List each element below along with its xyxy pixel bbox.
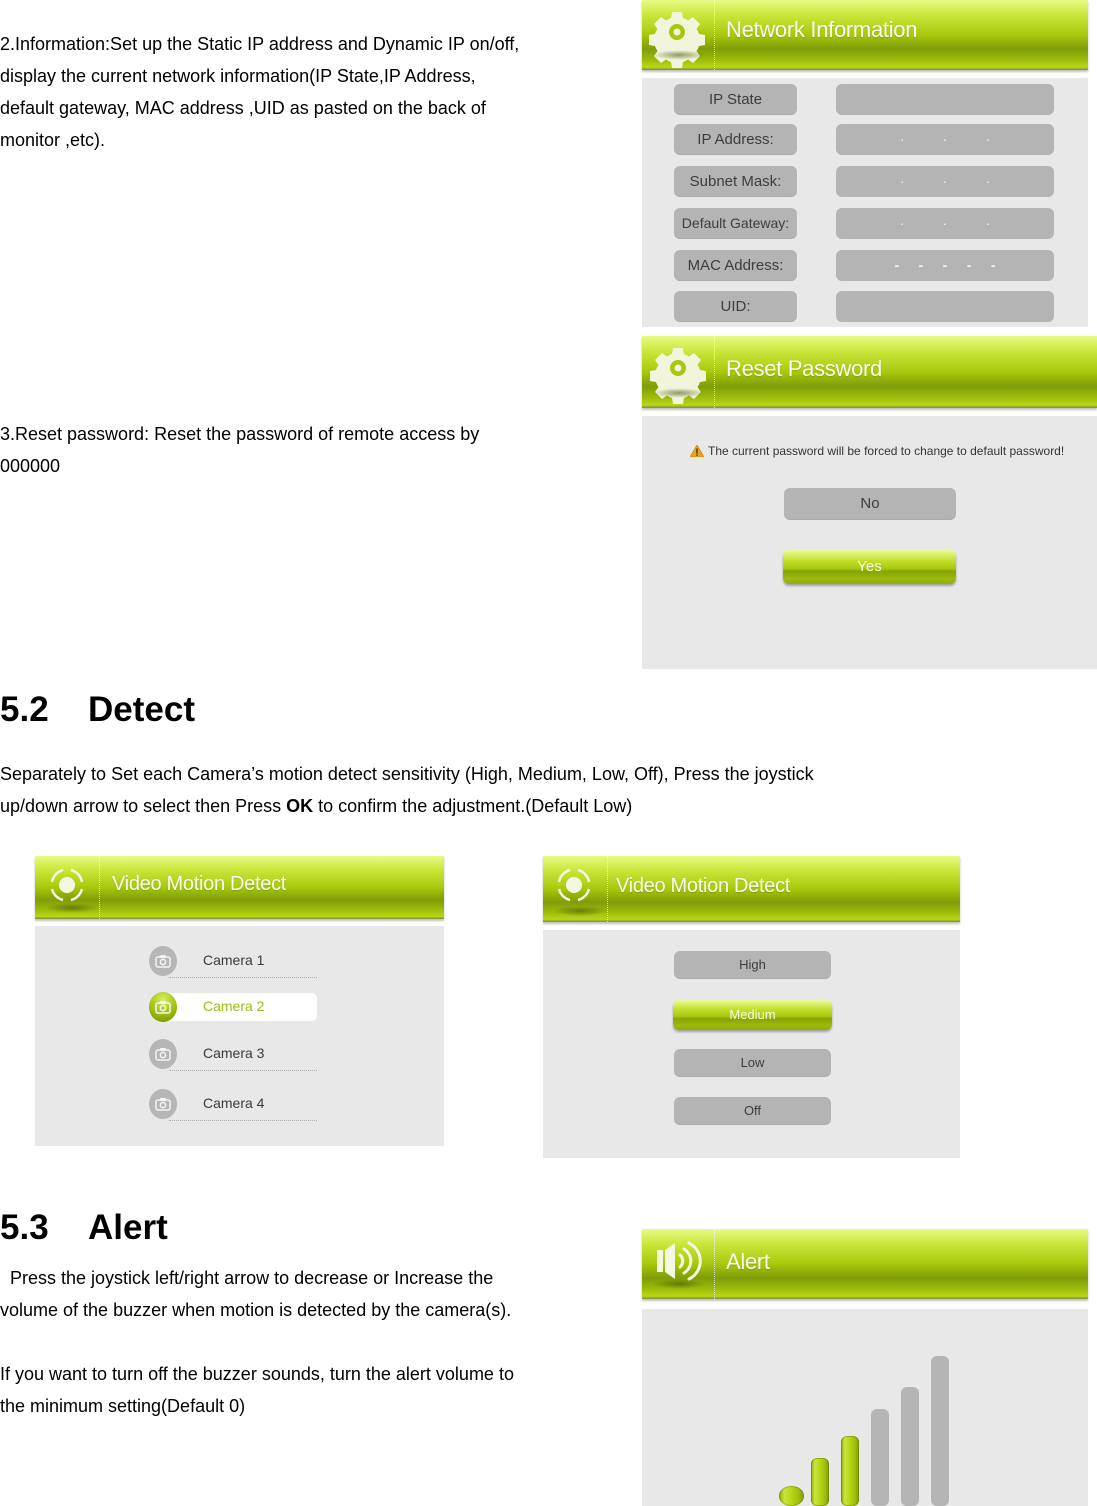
sensitivity-option-high[interactable]: High [674, 951, 831, 979]
text-line: default gateway, MAC address ,UID as pas… [0, 98, 486, 118]
motion-target-icon [543, 856, 607, 922]
warning-text: The current password will be forced to c… [708, 444, 1065, 458]
header-divider [714, 0, 715, 70]
panel-header: Alert [642, 1229, 1088, 1299]
camera-label: Camera 3 [203, 1045, 265, 1061]
motion-sensitivity-panel: Video Motion Detect High Medium Low Off [543, 856, 960, 1158]
camera-icon [149, 946, 177, 976]
camera-list-item-selected[interactable]: Camera 2 [149, 992, 317, 1028]
volume-level-bar[interactable] [871, 1409, 889, 1506]
speaker-icon [642, 1229, 714, 1299]
uid-field[interactable] [836, 291, 1054, 322]
camera-icon [149, 1089, 177, 1119]
text-line: 000000 [0, 456, 61, 476]
header-divider [607, 856, 608, 922]
gear-icon [642, 336, 714, 408]
ip-state-label[interactable]: IP State [674, 84, 797, 115]
panel-header: Video Motion Detect [543, 856, 960, 922]
panel-body: Camera 1 Camera 2 Camera 3 Camera 4 [35, 926, 444, 1146]
sensitivity-option-medium[interactable]: Medium [673, 1000, 832, 1030]
camera-list-item[interactable]: Camera 4 [149, 1089, 317, 1125]
text-segment: up/down arrow to select then Press [0, 796, 287, 816]
text-line: display the current network information(… [0, 66, 476, 86]
camera-list-item[interactable]: Camera 3 [149, 1039, 317, 1075]
sensitivity-option-low[interactable]: Low [674, 1049, 831, 1077]
panel-header: Reset Password [642, 336, 1097, 408]
section-number: 5.2 [0, 690, 49, 729]
warning-icon [689, 444, 705, 460]
detect-description: Separately to Set each Camera’s motion d… [0, 758, 1097, 822]
text-line: volume of the buzzer when motion is dete… [0, 1300, 512, 1320]
reset-password-description: 3.Reset password: Reset the password of … [0, 418, 640, 482]
text-line: the minimum setting(Default 0) [0, 1396, 246, 1416]
motion-target-icon [35, 856, 99, 919]
header-divider [714, 336, 715, 408]
motion-camera-panel: Video Motion Detect Camera 1 Camera 2 Ca… [35, 856, 444, 1146]
volume-control[interactable] [642, 1309, 1088, 1506]
text-line: up/down arrow to select then Press OK to… [0, 790, 1097, 822]
text-line: Press the joystick left/right arrow to d… [0, 1268, 494, 1288]
camera-label: Camera 4 [203, 1095, 265, 1111]
camera-list-item[interactable]: Camera 1 [149, 946, 317, 982]
alert-description: Press the joystick left/right arrow to d… [0, 1262, 640, 1422]
panel-title: Video Motion Detect [112, 873, 287, 895]
header-divider [99, 856, 100, 919]
reset-password-panel: Reset Password The current password will… [642, 336, 1097, 669]
network-information-panel: Network Information IP State IP Address:… [642, 0, 1088, 327]
panel-body: The current password will be forced to c… [642, 416, 1097, 669]
volume-level-bar[interactable] [901, 1387, 919, 1506]
information-description: 2.Information:Set up the Static IP addre… [0, 28, 640, 156]
camera-icon [149, 1039, 177, 1069]
ip-address-label: IP Address: [674, 124, 797, 155]
panel-body: IP State IP Address: . . . Subnet Mask: … [642, 78, 1088, 327]
volume-level-bar[interactable] [931, 1356, 949, 1506]
yes-button[interactable]: Yes [783, 550, 956, 584]
camera-icon [149, 992, 177, 1022]
header-divider [714, 1229, 715, 1299]
gear-icon [642, 0, 714, 70]
section-heading-detect: 5.2 Detect [0, 690, 195, 730]
mac-address-field[interactable]: - - - - - [836, 250, 1054, 281]
panel-title: Video Motion Detect [616, 875, 791, 897]
panel-body: High Medium Low Off [543, 930, 960, 1158]
warning-message: The current password will be forced to c… [689, 444, 1065, 460]
section-title: Alert [88, 1208, 168, 1247]
mac-address-label: MAC Address: [674, 250, 797, 281]
text-line: 3.Reset password: Reset the password of … [0, 424, 480, 444]
ip-state-field[interactable] [836, 84, 1054, 115]
subnet-mask-field[interactable]: . . . [836, 166, 1054, 197]
panel-title: Alert [726, 1249, 770, 1274]
camera-label: Camera 1 [203, 952, 265, 968]
subnet-mask-label: Subnet Mask: [674, 166, 797, 197]
volume-level-min[interactable] [779, 1486, 804, 1506]
volume-level-bar[interactable] [811, 1458, 829, 1506]
default-gateway-label: Default Gateway: [674, 208, 797, 239]
panel-header: Video Motion Detect [35, 856, 444, 919]
text-segment: to confirm the adjustment.(Default Low) [313, 796, 633, 816]
no-button[interactable]: No [784, 488, 956, 520]
panel-title: Reset Password [726, 356, 882, 381]
text-line: 2.Information:Set up the Static IP addre… [0, 34, 520, 54]
section-title: Detect [88, 690, 195, 729]
section-number: 5.3 [0, 1208, 49, 1247]
ip-address-field[interactable]: . . . [836, 124, 1054, 155]
uid-label: UID: [674, 291, 797, 322]
volume-level-bar[interactable] [841, 1436, 859, 1506]
panel-title: Network Information [726, 17, 918, 42]
text-line: If you want to turn off the buzzer sound… [0, 1364, 514, 1384]
ok-key-label: OK [286, 796, 314, 816]
text-line: Separately to Set each Camera’s motion d… [0, 764, 814, 784]
camera-label: Camera 2 [203, 998, 265, 1014]
default-gateway-field[interactable]: . . . [836, 208, 1054, 239]
sensitivity-option-off[interactable]: Off [674, 1097, 831, 1125]
text-line: monitor ,etc). [0, 130, 106, 150]
panel-header: Network Information [642, 0, 1088, 70]
alert-panel: Alert [642, 1229, 1088, 1506]
section-heading-alert: 5.3 Alert [0, 1208, 168, 1248]
